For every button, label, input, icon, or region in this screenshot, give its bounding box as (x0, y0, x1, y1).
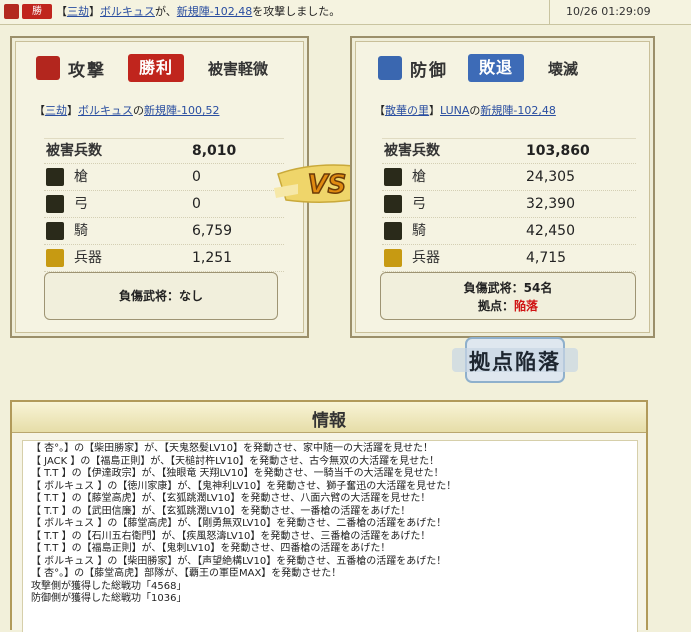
stamp-label: 拠点陥落 (469, 349, 561, 374)
defender-injured-text: 負傷武将：54名 (463, 281, 553, 295)
defender-base-status: 拠点：陥落 (477, 299, 539, 313)
defender-panel: 防御 敗退 壊滅 【散華の里】LUNAの新規陣-102,48 被害兵数 103,… (350, 36, 655, 338)
defender-alliance-link[interactable]: 散華の里 (385, 104, 429, 117)
log-entry: 【 ボルキュス 】の【徳川家康】が、【鬼神利LV10】を発動させ、獅子奮迅の大活… (31, 480, 457, 492)
attacker-alliance-link[interactable]: 三劫 (45, 104, 67, 117)
battle-report-icon (4, 4, 19, 19)
attacker-commander: 【三劫】ボルキュスの新規陣-100,52 (34, 104, 220, 117)
notification-message: 【三劫】ボルキュスが、新規陣-102,48を攻撃しました。 (56, 5, 341, 18)
alliance-link[interactable]: 三劫 (67, 5, 89, 18)
log-entry: 【 杏°。】の【藤堂高虎】部隊が、【覇王の軍臣MAX】を発動させた！ (31, 568, 342, 579)
log-entry: 攻撃側が獲得した総戦功「4568」 (31, 580, 187, 592)
bow-icon (384, 195, 402, 213)
log-entry: 【 T.T 】の【伊達政宗】が、【独眼竜 天翔LV10】を発動させ、一騎当千の大… (31, 468, 444, 479)
defender-casualty-table: 被害兵数 103,860 槍 24,305 弓 32,390 騎 42,450 … (382, 138, 636, 272)
defender-spear-row: 槍 24,305 (382, 164, 636, 191)
info-section: 情報 【 杏°。】の【柴田勝家】が、【天鬼怒髪LV10】を発動させ、家中随一の大… (10, 400, 648, 632)
defender-total-row: 被害兵数 103,860 (382, 139, 636, 164)
horse-icon (46, 222, 64, 240)
log-entry: 【 T.T 】の【石川五右衛門】が、【疾風怒濤LV10】を発動させ、三番槍の活躍… (31, 530, 431, 542)
attacker-siege-row: 兵器 1,251 (44, 245, 284, 272)
log-entry: 【 ボルキュス 】の【藤堂高虎】が、【剛勇無双LV10】を発動させ、二番槍の活躍… (31, 518, 447, 529)
attacker-player-link[interactable]: ボルキュス (78, 104, 133, 117)
attack-swords-icon (36, 56, 60, 80)
vs-label: VS (308, 170, 347, 200)
base-fallen-stamp: 拠点陥落 (452, 337, 578, 383)
attacker-total-row: 被害兵数 8,010 (44, 139, 284, 164)
player-link[interactable]: ボルキュス (100, 5, 155, 18)
log-entry: 【 T.T 】の【武田信廉】が、【玄狐跳濶LV10】を発動させ、一番槍の活躍をあ… (31, 505, 411, 517)
battle-log[interactable]: 【 杏°。】の【柴田勝家】が、【天鬼怒髪LV10】を発動させ、家中随一の大活躍を… (22, 440, 638, 632)
attacker-spear-row: 槍 0 (44, 164, 284, 191)
defender-damage-status: 壊滅 (548, 60, 579, 78)
defender-base-link[interactable]: 新規陣-102,48 (480, 104, 555, 117)
divider (549, 0, 550, 24)
defender-player-link[interactable]: LUNA (440, 104, 469, 117)
attacker-bow-row: 弓 0 (44, 191, 284, 218)
spear-icon (46, 168, 64, 186)
attacker-damage-status: 被害軽微 (208, 60, 269, 78)
attacker-panel: 攻撃 勝利 被害軽微 【三劫】ボルキュスの新規陣-100,52 被害兵数 8,0… (10, 36, 309, 338)
log-entry: 【 杏°。】の【柴田勝家】が、【天鬼怒髪LV10】を発動させ、家中随一の大活躍を… (31, 443, 434, 454)
win-badge: 勝 (22, 4, 52, 19)
siege-weapon-icon (384, 249, 402, 267)
attacker-casualty-table: 被害兵数 8,010 槍 0 弓 0 騎 6,759 兵器 1,251 (44, 138, 284, 272)
defender-title: 防御 (410, 61, 448, 81)
victory-badge: 勝利 (128, 54, 184, 82)
defender-bow-row: 弓 32,390 (382, 191, 636, 218)
base-fallen-text: 陥落 (514, 299, 539, 313)
timestamp: 10/26 01:29:09 (566, 5, 651, 18)
log-entry: 【 JACK 】の【福島正則】が、【天槌討杵LV10】を発動させ、古今無双の大活… (31, 455, 440, 467)
target-base-link[interactable]: 新規陣-102,48 (177, 5, 252, 18)
defender-panel-inner: 防御 敗退 壊滅 【散華の里】LUNAの新規陣-102,48 被害兵数 103,… (355, 41, 650, 333)
log-entry: 【 T.T 】の【福島正則】が、【鬼刺LV10】を発動させ、四番槍の活躍をあげた… (31, 543, 391, 554)
log-entry: 【 T.T 】の【藤堂高虎】が、【玄狐跳濶LV10】を発動させ、八面六臂の大活躍… (31, 493, 431, 504)
defeat-badge: 敗退 (468, 54, 524, 82)
attacker-base-link[interactable]: 新規陣-100,52 (144, 104, 219, 117)
bow-icon (46, 195, 64, 213)
attacker-injured-text: 負傷武将：なし (118, 289, 203, 303)
defender-commander: 【散華の里】LUNAの新規陣-102,48 (374, 104, 556, 117)
attacker-panel-inner: 攻撃 勝利 被害軽微 【三劫】ボルキュスの新規陣-100,52 被害兵数 8,0… (15, 41, 304, 333)
attacker-cavalry-row: 騎 6,759 (44, 218, 284, 245)
log-entry: 【 ボルキュス 】の【柴田勝家】が、【声望絶構LV10】を発動させ、五番槍の活躍… (31, 555, 447, 567)
attacker-title: 攻撃 (68, 61, 106, 81)
attacker-injured-box: 負傷武将：なし (44, 272, 278, 320)
defender-injured-box: 負傷武将：54名 拠点：陥落 (380, 272, 636, 320)
log-entry: 防御側が獲得した総戦功「1036」 (31, 593, 187, 604)
spear-icon (384, 168, 402, 186)
defender-siege-row: 兵器 4,715 (382, 245, 636, 272)
info-title: 情報 (312, 411, 346, 431)
defense-helmet-icon (378, 56, 402, 80)
horse-icon (384, 222, 402, 240)
siege-weapon-icon (46, 249, 64, 267)
defender-cavalry-row: 騎 42,450 (382, 218, 636, 245)
notification-bar: 勝 【三劫】ボルキュスが、新規陣-102,48を攻撃しました。 10/26 01… (0, 0, 691, 25)
